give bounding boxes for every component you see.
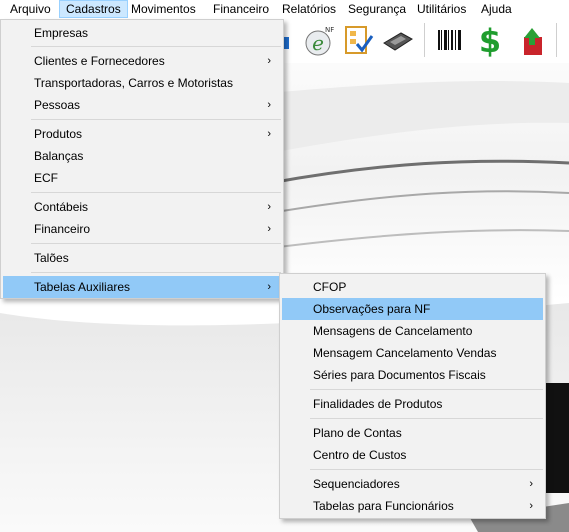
menu-item-label: Balanças [34, 149, 84, 163]
menu-separator [31, 192, 281, 193]
menu-arquivo[interactable]: Arquivo [4, 0, 57, 18]
menu-item-transportadoras[interactable]: Transportadoras, Carros e Motoristas [3, 72, 281, 94]
tabelas-auxiliares-submenu: CFOP Observações para NF Mensagens de Ca… [279, 273, 546, 519]
chevron-right-icon: › [267, 223, 271, 235]
menu-item-label: Empresas [34, 26, 89, 40]
menu-item-centro-custos[interactable]: Centro de Custos [282, 444, 543, 466]
menu-movimentos[interactable]: Movimentos [125, 0, 202, 18]
svg-text:NF: NF [325, 26, 334, 34]
menu-item-label: Plano de Contas [313, 426, 402, 440]
menu-item-pessoas[interactable]: Pessoas › [3, 94, 281, 116]
menu-item-empresas[interactable]: Empresas [3, 22, 281, 44]
menu-ajuda[interactable]: Ajuda [475, 0, 518, 18]
menu-item-label: Produtos [34, 127, 83, 141]
menu-item-label: Finalidades de Produtos [313, 397, 443, 411]
chevron-right-icon: › [529, 500, 533, 512]
menu-item-cfop[interactable]: CFOP [282, 276, 543, 298]
dollar-icon[interactable]: $ [472, 21, 508, 59]
menu-item-finalidades-produtos[interactable]: Finalidades de Produtos [282, 393, 543, 415]
menu-item-balancas[interactable]: Balanças [3, 145, 281, 167]
menu-separator [310, 418, 543, 419]
menu-item-clientes-fornecedores[interactable]: Clientes e Fornecedores › [3, 50, 281, 72]
toolbar-separator [424, 23, 425, 57]
menu-item-plano-contas[interactable]: Plano de Contas [282, 422, 543, 444]
menu-item-contabeis[interactable]: Contábeis › [3, 196, 281, 218]
toolbar-separator [556, 23, 557, 57]
svg-text:$: $ [479, 23, 501, 57]
chevron-right-icon: › [267, 201, 271, 213]
menu-item-label: Tabelas Auxiliares [34, 280, 131, 294]
menu-item-financeiro[interactable]: Financeiro › [3, 218, 281, 240]
barcode-icon[interactable] [432, 21, 468, 59]
menu-item-label: Mensagens de Cancelamento [313, 324, 473, 338]
menu-item-label: Contábeis [34, 200, 89, 214]
menu-item-mensagem-cancelamento-vendas[interactable]: Mensagem Cancelamento Vendas [282, 342, 543, 364]
menu-item-label: Talões [34, 251, 69, 265]
menu-item-label: Centro de Custos [313, 448, 407, 462]
menu-separator [310, 389, 543, 390]
menu-item-label: Sequenciadores [313, 477, 400, 491]
menu-cadastros[interactable]: Cadastros [59, 0, 128, 18]
menu-item-label: Tabelas para Funcionários [313, 499, 454, 513]
menu-separator [31, 272, 281, 273]
menu-item-label: Financeiro [34, 222, 91, 236]
chevron-right-icon: › [267, 99, 271, 111]
chevron-right-icon: › [267, 281, 271, 293]
menu-bar: Arquivo Cadastros Movimentos Financeiro … [0, 0, 569, 20]
nfe-icon[interactable]: e NF [300, 21, 336, 59]
chevron-right-icon: › [267, 128, 271, 140]
menu-financeiro[interactable]: Financeiro [207, 0, 275, 18]
menu-item-label: Séries para Documentos Fiscais [313, 368, 486, 382]
menu-item-label: CFOP [313, 280, 347, 294]
menu-item-label: ECF [34, 171, 58, 185]
menu-separator [31, 46, 281, 47]
menu-item-tabelas-funcionarios[interactable]: Tabelas para Funcionários › [282, 495, 543, 517]
menu-item-series-documentos[interactable]: Séries para Documentos Fiscais [282, 364, 543, 386]
chevron-right-icon: › [267, 55, 271, 67]
cadastros-dropdown: Empresas Clientes e Fornecedores › Transp… [0, 19, 284, 299]
menu-item-label: Mensagem Cancelamento Vendas [313, 346, 497, 360]
menu-item-produtos[interactable]: Produtos › [3, 123, 281, 145]
menu-item-mensagens-cancelamento[interactable]: Mensagens de Cancelamento [282, 320, 543, 342]
menu-item-taloes[interactable]: Talões [3, 247, 281, 269]
checklist-icon[interactable] [340, 21, 376, 59]
menu-item-observacoes-nf[interactable]: Observações para NF [282, 298, 543, 320]
menu-item-sequenciadores[interactable]: Sequenciadores › [282, 473, 543, 495]
menu-seguranca[interactable]: Segurança [342, 0, 412, 18]
menu-separator [31, 119, 281, 120]
menu-separator [310, 469, 543, 470]
upload-icon[interactable] [512, 21, 548, 59]
keypad-icon[interactable] [380, 21, 416, 59]
menu-relatorios[interactable]: Relatórios [276, 0, 342, 18]
menu-item-label: Clientes e Fornecedores [34, 54, 165, 68]
menu-item-ecf[interactable]: ECF [3, 167, 281, 189]
menu-item-label: Transportadoras, Carros e Motoristas [34, 76, 233, 90]
menu-item-label: Pessoas [34, 98, 81, 112]
menu-item-tabelas-auxiliares[interactable]: Tabelas Auxiliares › [3, 276, 281, 298]
menu-utilitarios[interactable]: Utilitários [411, 0, 472, 18]
menu-item-label: Observações para NF [313, 302, 431, 316]
chevron-right-icon: › [529, 478, 533, 490]
svg-text:e: e [312, 31, 324, 55]
menu-separator [31, 243, 281, 244]
